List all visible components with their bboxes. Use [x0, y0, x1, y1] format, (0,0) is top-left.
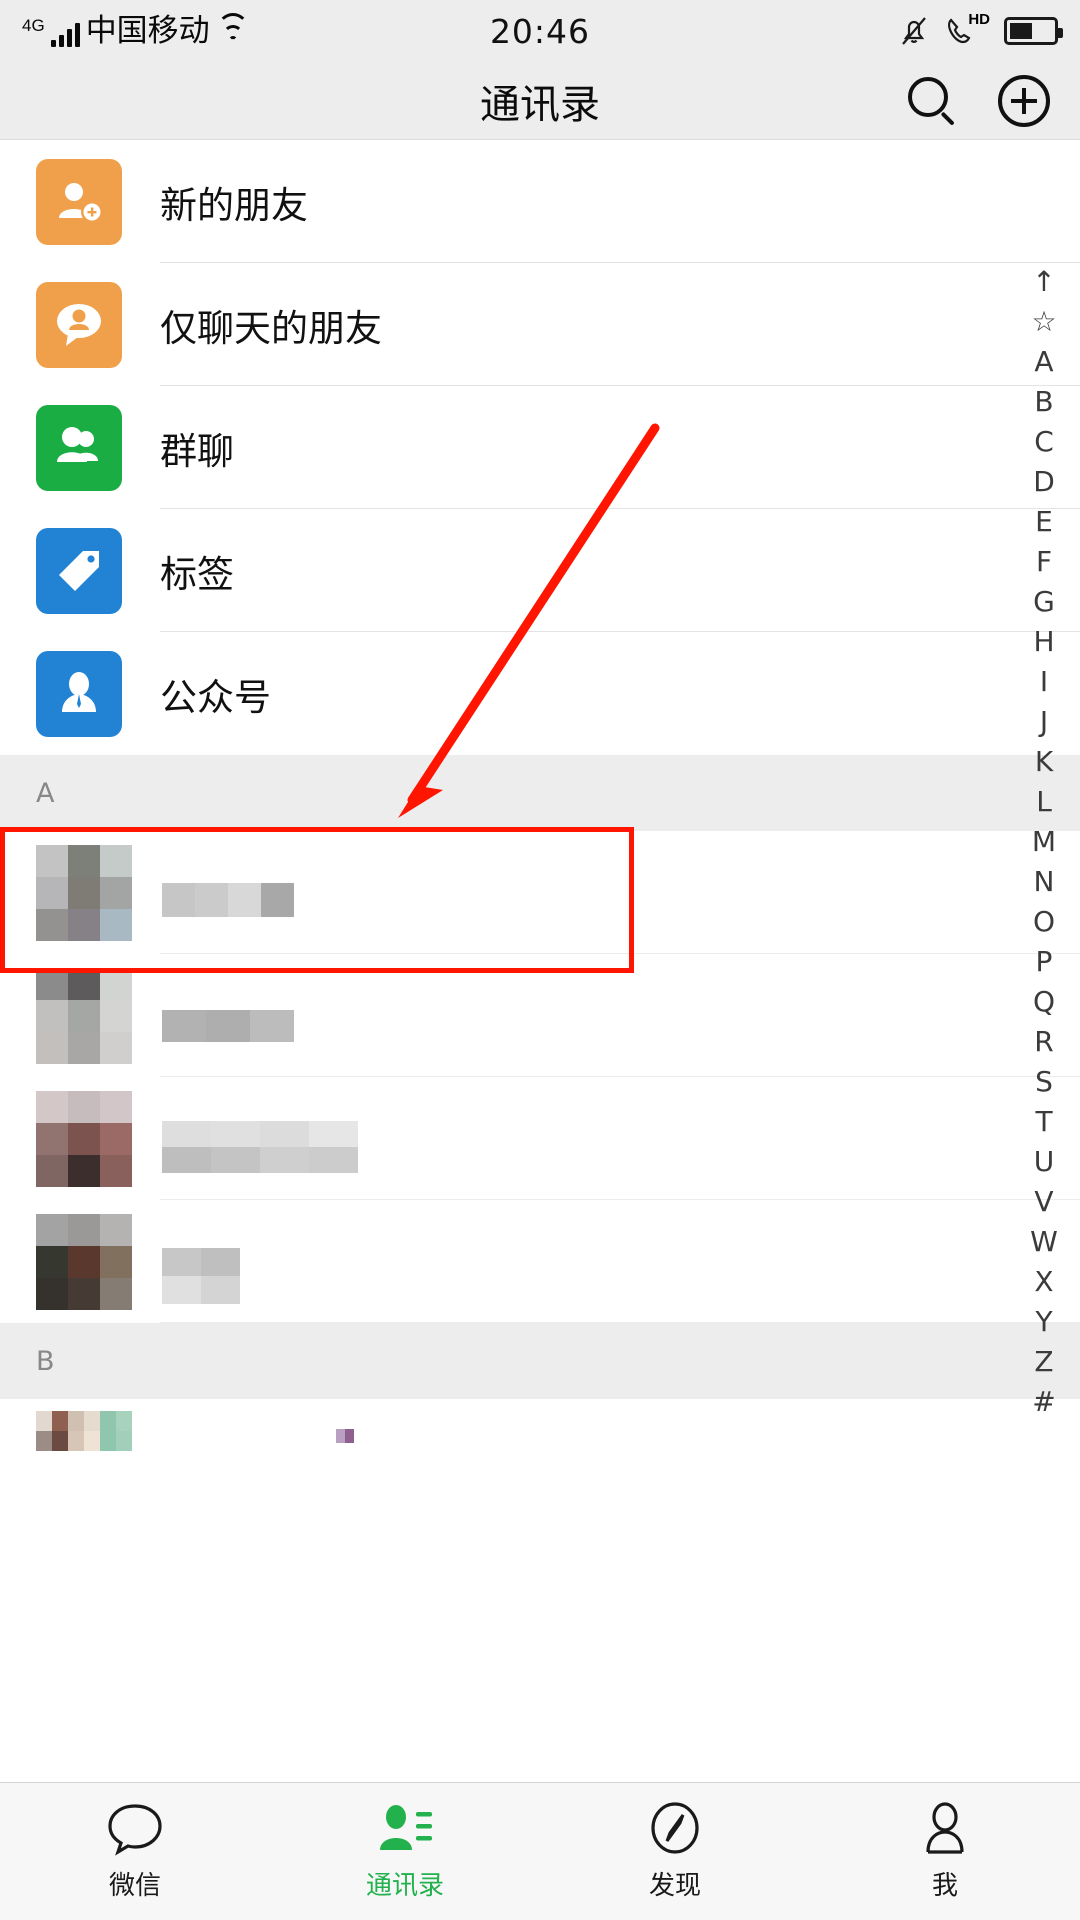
- chat-only-friend-icon: [36, 281, 122, 368]
- hd-call-icon: HD: [944, 11, 990, 47]
- status-bar-right: HD: [900, 11, 1063, 47]
- contacts-list: 新的朋友 仅聊天的朋友 群聊 标签 公众号 A B: [0, 140, 1080, 1522]
- index-entry[interactable]: P: [1036, 942, 1053, 982]
- index-entry[interactable]: F: [1036, 542, 1052, 582]
- index-entry[interactable]: A: [1034, 342, 1053, 382]
- contact-name-redacted: [162, 1121, 358, 1173]
- index-entry[interactable]: X: [1034, 1262, 1053, 1302]
- tab-me[interactable]: 我: [810, 1801, 1080, 1902]
- index-entry[interactable]: Z: [1034, 1342, 1053, 1382]
- index-entry[interactable]: M: [1032, 822, 1056, 862]
- avatar: [36, 845, 132, 941]
- index-entry[interactable]: B: [1034, 382, 1053, 422]
- menu-item-label: 群聊: [160, 429, 234, 473]
- menu-item-official-account[interactable]: 公众号: [0, 632, 1080, 755]
- menu-item-label: 新的朋友: [160, 183, 308, 227]
- menu-item-label: 标签: [160, 552, 234, 596]
- tab-label: 通讯录: [365, 1870, 444, 1901]
- wechat-contacts-screen: 4G 中国移动 20:46 HD 通讯录 新的朋友 仅聊天的朋友 群聊 标签 公…: [0, 0, 1080, 1920]
- index-entry[interactable]: K: [1035, 742, 1053, 782]
- menu-item-chat-only-friend[interactable]: 仅聊天的朋友: [0, 263, 1080, 386]
- index-entry[interactable]: D: [1033, 462, 1055, 502]
- contact-name-redacted: [336, 1429, 354, 1443]
- contact-row[interactable]: [0, 1077, 1080, 1200]
- tag-icon: [36, 527, 122, 614]
- menu-item-new-friend[interactable]: 新的朋友: [0, 140, 1080, 263]
- index-entry[interactable]: G: [1033, 582, 1055, 622]
- nav-actions: [908, 74, 1050, 127]
- index-entry[interactable]: ↑: [1032, 262, 1055, 302]
- index-entry[interactable]: W: [1030, 1222, 1058, 1262]
- index-entry[interactable]: H: [1033, 622, 1054, 662]
- avatar: [36, 968, 132, 1064]
- official-account-icon: [36, 650, 122, 737]
- index-entry[interactable]: #: [1032, 1382, 1055, 1422]
- menu-item-label: 仅聊天的朋友: [160, 306, 382, 350]
- index-entry[interactable]: I: [1040, 662, 1048, 702]
- tab-contacts[interactable]: 通讯录: [270, 1802, 540, 1902]
- alphabet-index-bar[interactable]: ↑ ☆ A B C D E F G H I J K L M N O P Q R …: [1018, 262, 1070, 1422]
- index-entry[interactable]: U: [1034, 1142, 1055, 1182]
- index-entry[interactable]: V: [1034, 1182, 1053, 1222]
- person-icon: [916, 1801, 974, 1856]
- page-title: 通讯录: [480, 81, 600, 128]
- contact-row[interactable]: [0, 831, 1080, 954]
- contacts-icon: [376, 1802, 434, 1856]
- nav-bar: 通讯录: [0, 62, 1080, 140]
- index-entry[interactable]: T: [1035, 1102, 1052, 1142]
- index-entry[interactable]: J: [1040, 702, 1048, 742]
- menu-item-tag[interactable]: 标签: [0, 509, 1080, 632]
- index-entry[interactable]: Q: [1033, 982, 1055, 1022]
- bottom-tab-bar: 微信 通讯录 发现 我: [0, 1782, 1080, 1920]
- index-entry[interactable]: N: [1034, 862, 1055, 902]
- tab-wechat[interactable]: 微信: [0, 1802, 270, 1902]
- index-entry[interactable]: Y: [1035, 1302, 1052, 1342]
- index-entry[interactable]: E: [1035, 502, 1053, 542]
- mute-bell-icon: [900, 15, 928, 47]
- group-chat-icon: [36, 404, 122, 491]
- contact-name-redacted: [162, 1010, 294, 1042]
- status-bar: 4G 中国移动 20:46 HD: [0, 0, 1080, 62]
- avatar: [36, 1091, 132, 1187]
- tab-label: 微信: [108, 1870, 161, 1901]
- tab-label: 发现: [648, 1870, 701, 1901]
- index-entry[interactable]: R: [1034, 1022, 1053, 1062]
- section-header-b: B: [0, 1323, 1080, 1399]
- menu-item-label: 公众号: [160, 675, 271, 719]
- section-header-a: A: [0, 755, 1080, 831]
- new-friend-icon: [36, 158, 122, 245]
- tab-discover[interactable]: 发现: [540, 1801, 810, 1902]
- index-entry[interactable]: S: [1035, 1062, 1053, 1102]
- index-entry[interactable]: L: [1036, 782, 1052, 822]
- avatar: [36, 1411, 132, 1451]
- compass-icon: [646, 1801, 704, 1856]
- tab-label: 我: [931, 1870, 958, 1901]
- contact-name-redacted: [162, 883, 294, 917]
- battery-icon: [1004, 17, 1063, 45]
- index-entry[interactable]: ☆: [1031, 302, 1056, 342]
- search-icon[interactable]: [908, 76, 956, 126]
- contact-name-redacted: [162, 1248, 240, 1304]
- divider: [160, 1322, 1080, 1323]
- index-entry[interactable]: O: [1033, 902, 1055, 942]
- index-entry[interactable]: C: [1034, 422, 1054, 462]
- hd-label: HD: [968, 11, 990, 28]
- menu-item-group-chat[interactable]: 群聊: [0, 386, 1080, 509]
- contact-row[interactable]: [0, 1200, 1080, 1323]
- contact-row[interactable]: [0, 954, 1080, 1077]
- chat-bubble-icon: [106, 1802, 164, 1856]
- add-plus-icon[interactable]: [998, 74, 1050, 127]
- contact-row[interactable]: [0, 1399, 1080, 1522]
- avatar: [36, 1214, 132, 1310]
